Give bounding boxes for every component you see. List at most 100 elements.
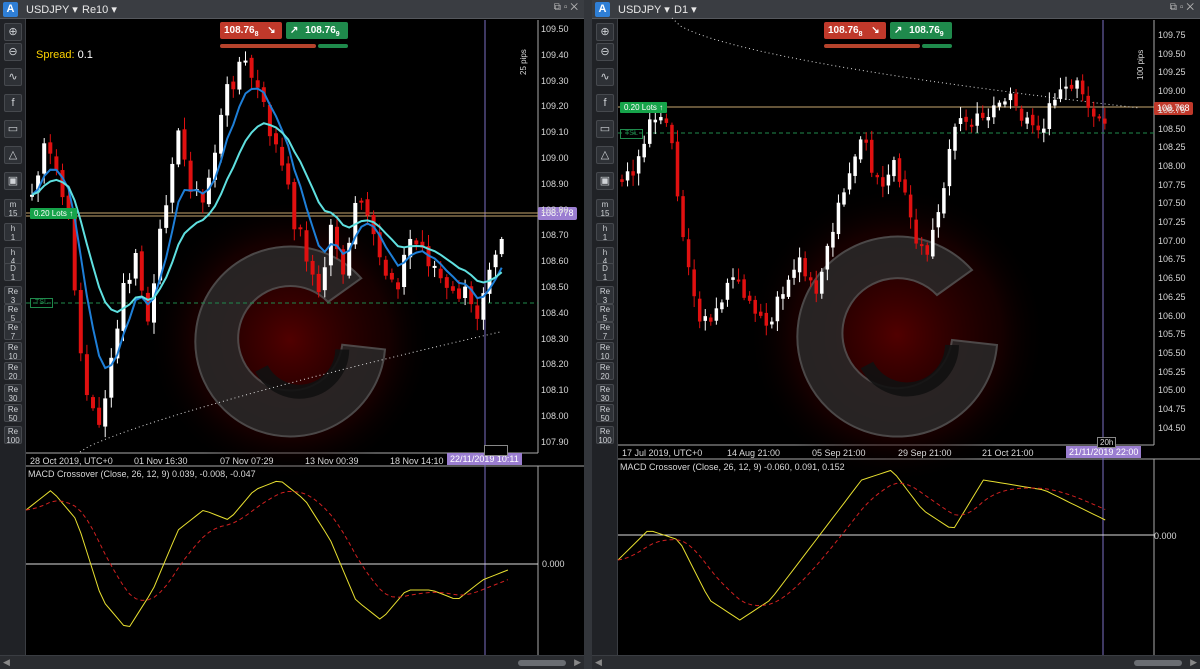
- candle-body: [164, 205, 169, 228]
- candle-body: [1086, 95, 1090, 108]
- buy-button[interactable]: ↗ 108.769: [890, 22, 952, 39]
- scroll-right-icon[interactable]: ▶: [1190, 657, 1197, 668]
- bar-countdown-tag: [484, 445, 508, 456]
- macd-signal-line: [25, 490, 509, 601]
- candle-body: [237, 61, 242, 90]
- candle-body: [881, 177, 885, 187]
- candle-body: [875, 174, 880, 178]
- macd-line: [617, 469, 1106, 621]
- candle-body: [897, 158, 902, 182]
- candle-body: [1042, 128, 1046, 133]
- time-axis-label: 18 Nov 14:10: [390, 456, 444, 466]
- price-axis-label: 105.75: [1158, 329, 1186, 340]
- position-lots-badge[interactable]: 0.20 Lots ↑: [620, 102, 668, 113]
- candle-body: [919, 244, 924, 247]
- candle-body: [1069, 84, 1074, 89]
- buy-button[interactable]: ↗ 108.769: [286, 22, 348, 39]
- candle-body: [48, 142, 53, 154]
- candle-body: [853, 156, 857, 176]
- candle-body: [457, 288, 461, 299]
- candle-body: [1036, 125, 1040, 131]
- candle-body: [499, 239, 504, 255]
- price-axis-label: 108.60: [541, 256, 569, 267]
- scroll-right-icon[interactable]: ▶: [574, 657, 581, 668]
- price-axis-label: 108.20: [541, 359, 569, 370]
- price-axis-label: 104.75: [1158, 404, 1186, 414]
- candle-body: [145, 292, 150, 322]
- time-axis-label: 07 Nov 07:29: [220, 456, 274, 466]
- candle-body: [139, 251, 144, 291]
- window-divider[interactable]: [584, 0, 592, 669]
- tsl-badge[interactable]: TSL: [620, 129, 643, 139]
- price-axis-label: 108.75: [1158, 104, 1186, 115]
- candle-body: [786, 279, 791, 297]
- candle-body: [770, 321, 774, 325]
- candle-body: [936, 212, 941, 228]
- price-axis-label: 107.50: [1158, 198, 1186, 209]
- position-lots-badge[interactable]: 0.20 Lots ↑: [30, 208, 78, 219]
- candle-body: [781, 294, 785, 299]
- price-axis-label: 108.90: [541, 178, 569, 189]
- horizontal-scrollbar-right[interactable]: ◀ ▶: [592, 655, 1200, 669]
- time-axis-label: 21 Oct 21:00: [982, 448, 1034, 458]
- bar-countdown-tag: 20h: [1097, 437, 1117, 448]
- candle-body: [298, 227, 303, 230]
- price-axis-label: 109.50: [541, 24, 569, 34]
- candle-body: [42, 143, 47, 174]
- candle-body: [1008, 93, 1013, 101]
- price-axis-label: 108.25: [1158, 142, 1186, 153]
- candle-body: [747, 295, 752, 301]
- candle-body: [675, 141, 680, 197]
- candle-body: [84, 354, 89, 396]
- candle-body: [493, 254, 498, 268]
- candle-body: [903, 179, 907, 193]
- chart-canvas-right[interactable]: [592, 0, 1200, 655]
- price-axis-label: 109.25: [1158, 67, 1186, 78]
- candle-body: [969, 124, 974, 127]
- scroll-left-icon[interactable]: ◀: [3, 657, 10, 668]
- candle-body: [1097, 116, 1102, 119]
- time-axis-label: 17 Jul 2019, UTC+0: [622, 448, 703, 458]
- price-axis-label: 108.30: [541, 333, 569, 344]
- candle-body: [814, 280, 818, 294]
- candle-body: [886, 174, 891, 186]
- candle-body: [631, 171, 635, 176]
- candle-body: [642, 143, 646, 158]
- scroll-thumb[interactable]: [1134, 660, 1182, 666]
- horizontal-scrollbar-left[interactable]: ◀ ▶: [0, 655, 584, 669]
- scroll-thumb[interactable]: [518, 660, 566, 666]
- sell-button[interactable]: 108.768 ↘: [220, 22, 282, 39]
- time-axis-label: 28 Oct 2019, UTC+0: [30, 456, 113, 466]
- price-axis-label: 109.75: [1158, 30, 1186, 40]
- candle-body: [182, 129, 187, 160]
- candle-body: [133, 253, 138, 279]
- time-axis-label: 01 Nov 16:30: [134, 456, 188, 466]
- up-arrow-icon: ↑: [659, 103, 664, 112]
- candle-body: [892, 160, 896, 177]
- candle-body: [1019, 108, 1024, 121]
- candle-body: [231, 81, 236, 90]
- candle-body: [670, 124, 674, 144]
- scroll-left-icon[interactable]: ◀: [595, 657, 602, 668]
- macd-line: [25, 480, 509, 628]
- sell-button[interactable]: 108.768 ↘: [824, 22, 886, 39]
- price-axis-label: 109.00: [1158, 86, 1186, 97]
- candle-body: [714, 308, 719, 321]
- candle-body: [1103, 118, 1107, 124]
- price-axis-label: 109.40: [541, 49, 569, 60]
- candle-body: [249, 57, 254, 78]
- candle-body: [280, 146, 285, 166]
- candle-body: [389, 272, 394, 280]
- candle-body: [942, 188, 946, 214]
- tsl-badge[interactable]: TSL: [30, 298, 53, 308]
- macd-title: MACD Crossover (Close, 26, 12, 9) 0.039,…: [28, 469, 256, 479]
- candle-body: [414, 240, 419, 245]
- price-axis-label: 109.00: [541, 153, 569, 163]
- candle-body: [450, 286, 455, 291]
- price-axis-label: 108.10: [541, 385, 569, 396]
- chart-canvas-left[interactable]: [0, 0, 584, 655]
- candle-body: [322, 267, 327, 291]
- candle-body: [396, 282, 400, 290]
- time-axis-label: 29 Sep 21:00: [898, 448, 952, 458]
- candle-body: [664, 118, 669, 123]
